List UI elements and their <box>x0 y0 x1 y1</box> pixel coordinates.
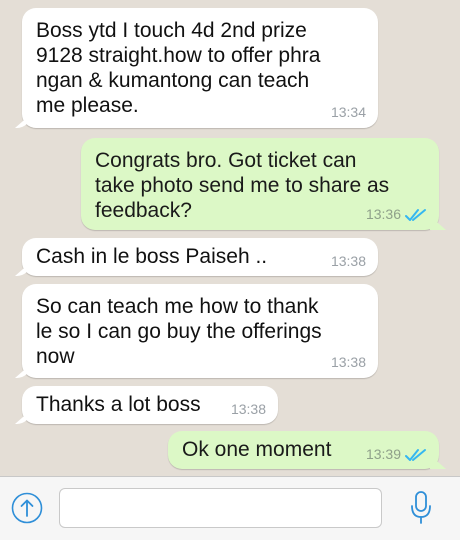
message-time: 13:38 <box>330 354 366 370</box>
bubble-tail <box>430 455 446 469</box>
message-bubble-outgoing[interactable]: Ok one moment 13:39 <box>168 431 446 469</box>
message-text: Cash in le boss Paiseh .. <box>36 245 268 268</box>
read-receipt-double-check-icon <box>405 449 426 461</box>
bubble-tail <box>430 216 446 230</box>
read-receipt-double-check-icon <box>405 209 426 221</box>
bubble-tail <box>15 364 31 378</box>
message-text: Congrats bro. Got ticket can take photo … <box>95 149 390 222</box>
message-bubble-incoming[interactable]: So can teach me how to thank le so I can… <box>15 284 378 378</box>
message-bubble-incoming[interactable]: Thanks a lot boss 13:38 <box>15 386 278 424</box>
message-time: 13:38 <box>330 253 366 269</box>
message-text: Ok one moment <box>182 438 332 461</box>
message-time: 13:39 <box>365 446 401 462</box>
message-input[interactable] <box>59 488 382 528</box>
bubble-tail <box>15 410 31 424</box>
message-input-bar <box>0 476 460 540</box>
message-time: 13:34 <box>330 104 366 120</box>
message-text: Thanks a lot boss <box>36 393 201 416</box>
bubble-tail <box>15 114 31 128</box>
message-time: 13:36 <box>365 206 401 222</box>
message-time: 13:38 <box>230 401 266 417</box>
message-text: So can teach me how to thank le so I can… <box>36 295 322 368</box>
message-bubble-incoming[interactable]: Cash in le boss Paiseh .. 13:38 <box>15 238 378 276</box>
chat-area: Boss ytd I touch 4d 2nd prize 9128 strai… <box>0 0 460 476</box>
message-text: Boss ytd I touch 4d 2nd prize 9128 strai… <box>36 19 321 117</box>
attach-arrow-up-icon[interactable] <box>11 492 43 524</box>
microphone-icon[interactable] <box>409 490 433 526</box>
bubble-tail <box>15 262 31 276</box>
message-bubble-incoming[interactable]: Boss ytd I touch 4d 2nd prize 9128 strai… <box>15 8 378 128</box>
message-bubble-outgoing[interactable]: Congrats bro. Got ticket can take photo … <box>81 138 446 230</box>
